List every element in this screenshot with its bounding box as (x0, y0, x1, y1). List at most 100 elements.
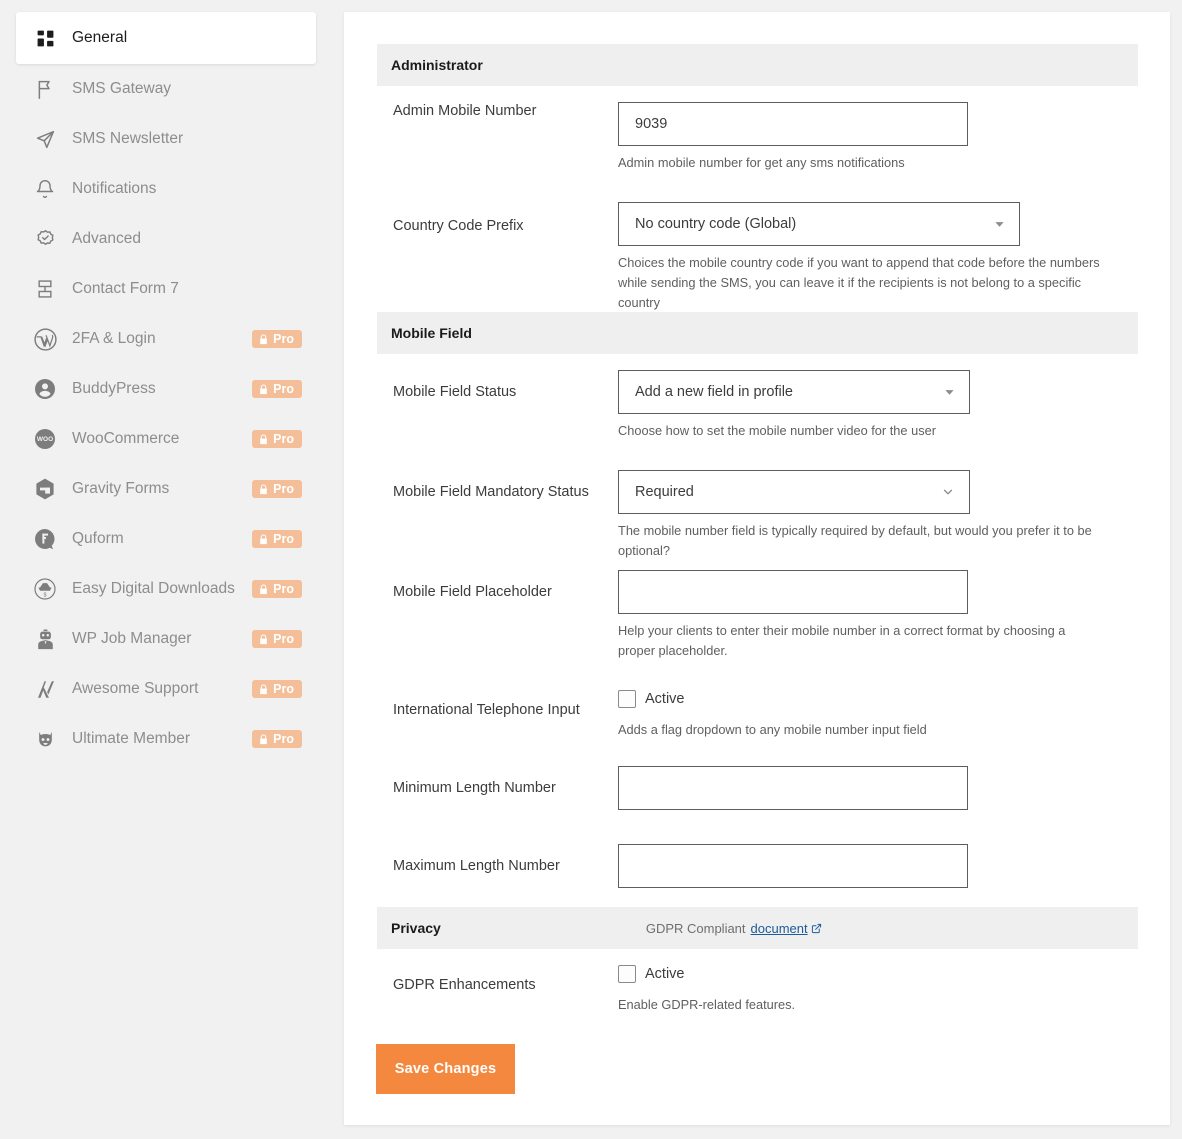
sidebar-nav: General SMS Gateway SMS Newsletter (0, 0, 332, 1139)
lock-icon (258, 684, 269, 695)
badge-check-icon (32, 226, 58, 252)
sidebar-item-contact-form-7[interactable]: Contact Form 7 (16, 264, 316, 314)
minimum-length-number-input[interactable] (618, 766, 968, 810)
gdpr-enhancements-active-toggle[interactable]: Active (618, 965, 685, 983)
pro-badge-label: Pro (273, 333, 294, 346)
field-label: GDPR Enhancements (393, 976, 618, 995)
ultimate-member-icon (32, 726, 58, 752)
sidebar-item-ultimate-member[interactable]: Ultimate Member Pro (16, 714, 316, 764)
checkbox-box[interactable] (618, 690, 636, 708)
field-label: International Telephone Input (393, 701, 618, 720)
field-label: Mobile Field Mandatory Status (393, 483, 618, 502)
mobile-field-status-select[interactable]: Add a new field in profile (618, 370, 970, 414)
field-hint: Admin mobile number for get any sms noti… (618, 153, 1118, 173)
sidebar-item-general[interactable]: General (16, 12, 316, 64)
grid-icon (32, 25, 58, 51)
sidebar-item-advanced[interactable]: Advanced (16, 214, 316, 264)
pro-badge[interactable]: Pro (252, 680, 302, 699)
woocommerce-icon: WOO (32, 426, 58, 452)
sidebar-item-2fa-login[interactable]: 2FA & Login Pro (16, 314, 316, 364)
gdpr-compliance-note: GDPR Compliant document (646, 921, 822, 936)
sidebar-item-label: BuddyPress (72, 380, 252, 398)
field-hint: Enable GDPR-related features. (618, 995, 1118, 1015)
pro-badge[interactable]: Pro (252, 580, 302, 599)
pro-badge-label: Pro (273, 633, 294, 646)
pro-badge[interactable]: Pro (252, 380, 302, 399)
country-code-prefix-select[interactable]: No country code (Global) (618, 202, 1020, 246)
svg-text:WOO: WOO (37, 436, 53, 443)
settings-page: General SMS Gateway SMS Newsletter (0, 0, 1182, 1139)
field-label: Minimum Length Number (393, 779, 618, 798)
sidebar-item-gravity-forms[interactable]: Gravity Forms Pro (16, 464, 316, 514)
lock-icon (258, 534, 269, 545)
admin-mobile-number-input[interactable] (618, 102, 968, 146)
select-value: No country code (Global) (635, 216, 796, 232)
pro-badge[interactable]: Pro (252, 480, 302, 499)
field-label: Mobile Field Placeholder (393, 583, 618, 602)
pro-badge[interactable]: Pro (252, 530, 302, 549)
flag-icon (32, 76, 58, 102)
wordpress-icon (32, 326, 58, 352)
international-telephone-active-toggle[interactable]: Active (618, 690, 685, 708)
field-hint: Adds a flag dropdown to any mobile numbe… (618, 720, 1118, 740)
paper-plane-icon (32, 126, 58, 152)
sidebar-item-label: Contact Form 7 (72, 280, 302, 298)
sidebar-item-label: SMS Newsletter (72, 130, 302, 148)
external-link-icon (811, 923, 822, 934)
sidebar-item-label: 2FA & Login (72, 330, 252, 348)
sidebar-item-label: SMS Gateway (72, 80, 302, 98)
pro-badge[interactable]: Pro (252, 430, 302, 449)
mobile-field-mandatory-status-select[interactable]: Required (618, 470, 970, 514)
section-header-administrator: Administrator (377, 44, 1138, 86)
sidebar-item-quform[interactable]: Quform Pro (16, 514, 316, 564)
sidebar-item-awesome-support[interactable]: Awesome Support Pro (16, 664, 316, 714)
sidebar-item-label: WooCommerce (72, 430, 252, 448)
select-value: Required (635, 484, 694, 500)
pro-badge-label: Pro (273, 733, 294, 746)
pro-badge[interactable]: Pro (252, 630, 302, 649)
pro-badge[interactable]: Pro (252, 330, 302, 349)
checkbox-label: Active (645, 966, 685, 982)
sidebar-item-label: Ultimate Member (72, 730, 252, 748)
sidebar-item-label: WP Job Manager (72, 630, 252, 648)
sidebar-item-buddypress[interactable]: BuddyPress Pro (16, 364, 316, 414)
field-label: Country Code Prefix (393, 217, 618, 236)
field-hint: Choices the mobile country code if you w… (618, 253, 1110, 312)
edd-icon: $ (32, 576, 58, 602)
checkbox-box[interactable] (618, 965, 636, 983)
field-hint: Help your clients to enter their mobile … (618, 621, 1096, 661)
gdpr-compliant-text: GDPR Compliant (646, 921, 746, 936)
mobile-field-placeholder-input[interactable] (618, 570, 968, 614)
field-label: Admin Mobile Number (393, 102, 618, 121)
save-changes-button[interactable]: Save Changes (376, 1044, 515, 1094)
lock-icon (258, 434, 269, 445)
buddypress-icon (32, 376, 58, 402)
lock-icon (258, 334, 269, 345)
gdpr-document-link[interactable]: document (751, 921, 822, 936)
sidebar-item-wp-job-manager[interactable]: WP Job Manager Pro (16, 614, 316, 664)
pro-badge-label: Pro (273, 583, 294, 596)
sidebar-item-label: Gravity Forms (72, 480, 252, 498)
sitemap-icon (32, 276, 58, 302)
settings-panel: Administrator Admin Mobile Number Admin … (344, 12, 1170, 1125)
pro-badge-label: Pro (273, 683, 294, 696)
sidebar-item-label: Easy Digital Downloads (72, 580, 252, 598)
section-title: Privacy (391, 920, 441, 936)
select-value: Add a new field in profile (635, 384, 793, 400)
maximum-length-number-input[interactable] (618, 844, 968, 888)
pro-badge[interactable]: Pro (252, 730, 302, 749)
sidebar-item-notifications[interactable]: Notifications (16, 164, 316, 214)
svg-text:$: $ (44, 592, 47, 598)
lock-icon (258, 584, 269, 595)
field-hint: The mobile number field is typically req… (618, 521, 1110, 561)
lock-icon (258, 384, 269, 395)
lock-icon (258, 634, 269, 645)
sidebar-item-woocommerce[interactable]: WOO WooCommerce Pro (16, 414, 316, 464)
sidebar-item-label: Awesome Support (72, 680, 252, 698)
section-header-privacy: Privacy GDPR Compliant document (377, 907, 1138, 949)
sidebar-item-sms-newsletter[interactable]: SMS Newsletter (16, 114, 316, 164)
sidebar-item-easy-digital-downloads[interactable]: $ Easy Digital Downloads Pro (16, 564, 316, 614)
pro-badge-label: Pro (273, 533, 294, 546)
chevron-down-icon (994, 219, 1005, 230)
sidebar-item-sms-gateway[interactable]: SMS Gateway (16, 64, 316, 114)
